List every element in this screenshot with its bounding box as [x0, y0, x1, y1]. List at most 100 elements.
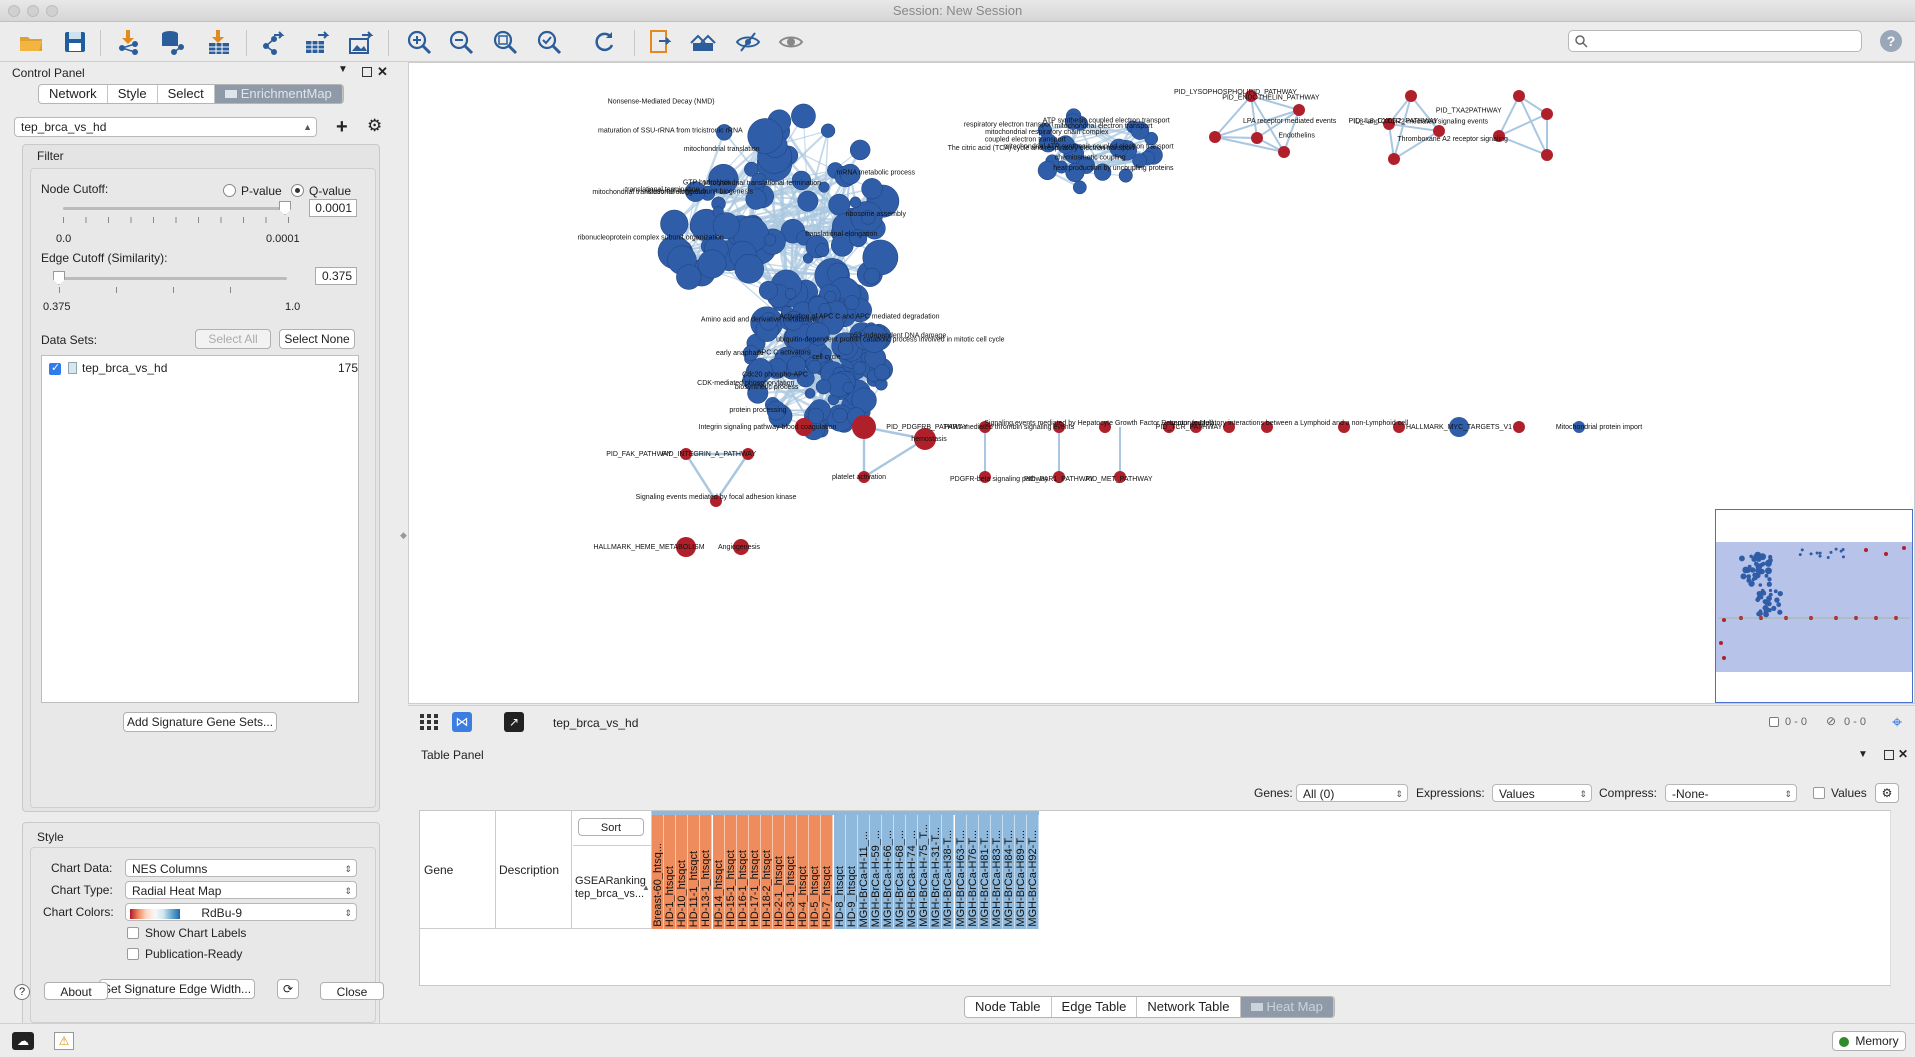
- overview-node[interactable]: [1774, 597, 1780, 603]
- minimize-window-button[interactable]: [27, 5, 39, 17]
- network-node[interactable]: [1541, 108, 1553, 120]
- network-node[interactable]: [844, 294, 860, 310]
- overview-node[interactable]: [1765, 567, 1772, 575]
- sample-column-header[interactable]: Breast-60_htsq...: [652, 813, 664, 929]
- set-edge-width-button[interactable]: Set Signature Edge Width...: [99, 979, 255, 999]
- sample-column-header[interactable]: MGH-BrCa-H63-T...: [954, 813, 967, 929]
- tab-enrichmentmap[interactable]: EnrichmentMap: [214, 85, 343, 103]
- overview-node[interactable]: [1762, 591, 1767, 596]
- tab-node-table[interactable]: Node Table: [965, 997, 1052, 1017]
- network-node[interactable]: [863, 267, 881, 285]
- overview-node[interactable]: [1818, 554, 1822, 558]
- overview-node[interactable]: [1766, 595, 1772, 602]
- import-network-file-icon[interactable]: [114, 28, 144, 56]
- gene-column-header[interactable]: Gene: [420, 811, 496, 929]
- sample-column-header[interactable]: HD-11-1_htsqct: [688, 813, 701, 929]
- export-table-icon[interactable]: [302, 28, 332, 56]
- overview-node[interactable]: [1768, 588, 1773, 593]
- show-chart-labels-checkbox[interactable]: [127, 927, 139, 939]
- share-icon[interactable]: ⋈: [452, 712, 472, 732]
- panel-menu-icon[interactable]: ▼: [338, 64, 348, 75]
- home-icon[interactable]: [688, 28, 718, 56]
- overview-node[interactable]: [1758, 583, 1763, 587]
- overview-node[interactable]: [1739, 555, 1745, 562]
- import-table-icon[interactable]: [204, 28, 234, 56]
- overview-node[interactable]: [1753, 576, 1758, 581]
- add-network-icon[interactable]: +: [336, 116, 348, 139]
- zoom-out-icon[interactable]: [446, 28, 476, 56]
- sample-column-header[interactable]: HD-3-1_htsqct: [785, 813, 798, 929]
- overview-node[interactable]: [1764, 573, 1769, 578]
- network-node[interactable]: [784, 288, 797, 300]
- search-input[interactable]: [1593, 33, 1853, 49]
- gear-icon[interactable]: ⚙: [1875, 783, 1899, 803]
- heatmap-table[interactable]: Gene Description Sort GSEARanking tep_br…: [419, 810, 1891, 987]
- overview-node[interactable]: [1722, 618, 1726, 622]
- zoom-selected-icon[interactable]: [534, 28, 564, 56]
- overview-node[interactable]: [1884, 552, 1888, 556]
- dataset-checkbox[interactable]: [49, 361, 61, 375]
- overview-node[interactable]: [1864, 548, 1868, 552]
- zoom-in-icon[interactable]: [404, 28, 434, 56]
- node-cutoff-slider-track[interactable]: [63, 207, 289, 210]
- zoom-fit-icon[interactable]: [490, 28, 520, 56]
- overview-node[interactable]: [1839, 549, 1843, 553]
- sample-column-header[interactable]: HD-10_htsqct: [676, 813, 689, 929]
- grid-view-icon[interactable]: [420, 714, 438, 730]
- chart-data-select[interactable]: NES Columns ⇕: [125, 859, 357, 877]
- network-node[interactable]: [764, 233, 777, 246]
- sample-column-header[interactable]: HD-17-1_htsqct: [748, 813, 761, 929]
- overview-node[interactable]: [1815, 551, 1819, 555]
- overview-node[interactable]: [1800, 548, 1804, 552]
- genes-select[interactable]: All (0) ⇕: [1296, 784, 1408, 802]
- overview-node[interactable]: [1776, 602, 1782, 608]
- description-column-header[interactable]: Description: [496, 811, 572, 929]
- network-edge[interactable]: [1498, 113, 1548, 137]
- network-node[interactable]: [1293, 104, 1305, 116]
- network-node[interactable]: [1209, 131, 1221, 143]
- network-node[interactable]: [852, 415, 876, 439]
- network-edge[interactable]: [1214, 136, 1285, 153]
- qvalue-radio[interactable]: [291, 184, 304, 197]
- open-session-icon[interactable]: [16, 28, 46, 56]
- tab-heat-map[interactable]: Heat Map: [1240, 997, 1334, 1017]
- network-node[interactable]: [820, 123, 836, 138]
- network-node[interactable]: [758, 280, 778, 300]
- sample-column-header[interactable]: HD-16-1_htsqct: [736, 813, 749, 929]
- overview-node[interactable]: [1763, 609, 1769, 615]
- network-canvas[interactable]: translational termination translational e…: [408, 62, 1915, 704]
- export-image-icon[interactable]: [346, 28, 376, 56]
- export-network-icon[interactable]: [258, 28, 288, 56]
- overview-node[interactable]: [1809, 552, 1813, 556]
- overview-node[interactable]: [1758, 594, 1764, 600]
- navigator-icon[interactable]: ⌖: [1892, 712, 1902, 733]
- network-node[interactable]: [797, 190, 819, 212]
- sample-column-header[interactable]: HD-5_htsqct: [809, 813, 822, 929]
- network-node[interactable]: [1388, 153, 1400, 165]
- overview-node[interactable]: [1746, 577, 1752, 583]
- overview-node[interactable]: [1798, 553, 1802, 557]
- gear-icon[interactable]: ⚙: [367, 116, 382, 136]
- network-node[interactable]: [861, 178, 883, 200]
- memory-button[interactable]: Memory: [1832, 1031, 1906, 1051]
- sample-column-header[interactable]: MGH-BrCa-H-68_...: [894, 813, 906, 929]
- hide-selected-icon[interactable]: [733, 28, 763, 56]
- overview-node[interactable]: [1841, 555, 1845, 559]
- close-panel-icon[interactable]: ✕: [1898, 747, 1908, 761]
- overview-node[interactable]: [1719, 641, 1723, 645]
- network-node[interactable]: [791, 103, 816, 129]
- network-node[interactable]: [815, 379, 832, 395]
- import-network-database-icon[interactable]: [158, 28, 188, 56]
- sample-column-header[interactable]: HD-15-1_htsqct: [724, 813, 737, 929]
- overview-node[interactable]: [1745, 567, 1751, 574]
- overview-node[interactable]: [1740, 573, 1747, 580]
- overview-node[interactable]: [1771, 605, 1777, 611]
- overview-node[interactable]: [1829, 550, 1833, 554]
- bird-eye-view[interactable]: [1715, 509, 1913, 703]
- pvalue-radio[interactable]: [223, 184, 236, 197]
- sample-column-header[interactable]: MGH-BrCa-H83-T...: [990, 813, 1003, 929]
- chart-type-select[interactable]: Radial Heat Map ⇕: [125, 881, 357, 899]
- network-node[interactable]: [1513, 421, 1525, 433]
- overview-node[interactable]: [1749, 567, 1756, 573]
- network-node[interactable]: [1513, 90, 1525, 102]
